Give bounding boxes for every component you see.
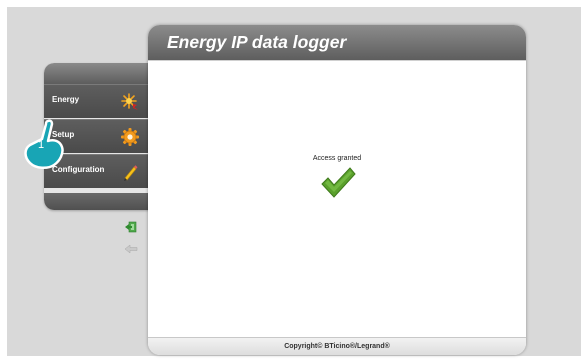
- gear-icon: [121, 128, 139, 146]
- pencil-icon: [124, 165, 138, 181]
- copyright-text: Copyright© BTicino®/Legrand®: [284, 343, 390, 350]
- status-message: Access granted: [312, 155, 362, 162]
- sidebar-item-energy[interactable]: Energy: [44, 84, 156, 118]
- back-arrow-icon[interactable]: [124, 243, 138, 255]
- step-number: 1: [38, 139, 45, 151]
- sidebar-header: [44, 63, 156, 84]
- checkmark-icon: [321, 167, 356, 198]
- page-title: Energy IP data logger: [167, 32, 347, 52]
- footer: Copyright© BTicino®/Legrand®: [148, 337, 526, 355]
- main-panel: Energy IP data logger Access granted Cop…: [148, 25, 526, 355]
- logout-icon[interactable]: [124, 221, 138, 233]
- sidebar-footer: [44, 193, 156, 210]
- sidebar-item-label: Energy: [52, 95, 80, 104]
- energy-icon: [121, 93, 138, 110]
- main-header: Energy IP data logger: [148, 25, 526, 61]
